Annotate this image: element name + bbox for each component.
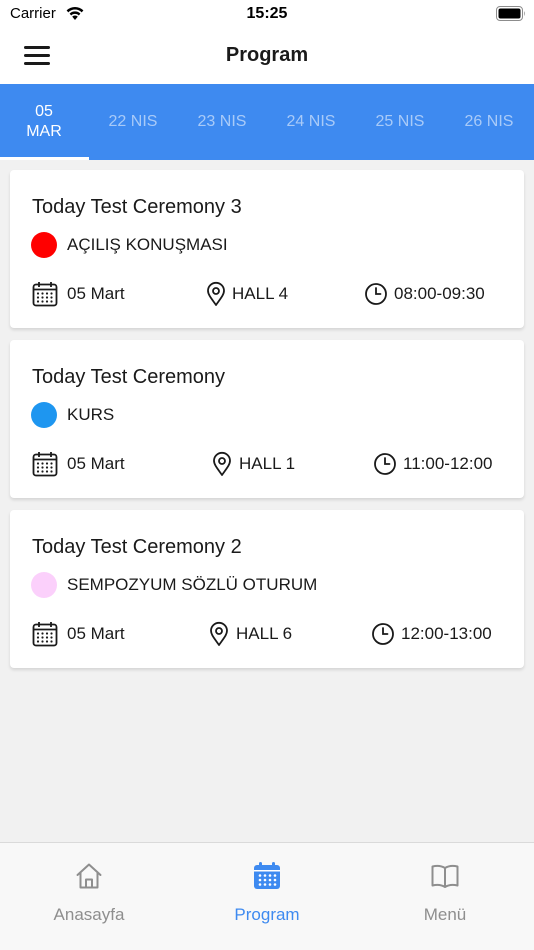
category-color-dot: [31, 232, 57, 258]
session-date: 05 Mart: [67, 624, 125, 643]
calendar-icon: [32, 622, 58, 647]
session-hall: HALL 6: [236, 624, 293, 643]
date-tab-label: 26 NIS: [464, 113, 514, 130]
status-bar: Carrier 15:25: [0, 0, 534, 30]
session-category: KURS: [67, 405, 115, 424]
clock-icon: [374, 453, 396, 475]
clock-icon: [365, 283, 387, 305]
calendar-icon: [254, 862, 280, 889]
date-tab-label: 24 NIS: [286, 113, 336, 130]
bottom-tab-bar: Anasayfa Program Menü: [0, 842, 534, 950]
location-pin-icon: [213, 451, 231, 476]
session-date: 05 Mart: [67, 284, 125, 303]
session-card[interactable]: Today Test Ceremony KURS 05 Mart HALL 1 …: [10, 340, 524, 498]
page-title: Program: [225, 44, 309, 66]
date-tab-label: 25 NIS: [375, 113, 425, 130]
category-color-dot: [31, 402, 57, 428]
category-color-dot: [31, 572, 57, 598]
tab-menu[interactable]: Menü: [356, 843, 534, 950]
date-tab-22-nis[interactable]: 22 NIS: [89, 84, 177, 160]
session-date: 05 Mart: [67, 454, 125, 473]
session-card[interactable]: Today Test Ceremony 3 AÇILIŞ KONUŞMASI 0…: [10, 170, 524, 328]
navigation-bar: Program: [0, 30, 534, 84]
date-tab-label: 23 NIS: [197, 113, 247, 130]
date-tab-day: 05: [35, 103, 53, 120]
book-icon: [431, 864, 459, 888]
clock-icon: [372, 623, 394, 645]
date-tab-24-nis[interactable]: 24 NIS: [267, 84, 355, 160]
date-tab-23-nis[interactable]: 23 NIS: [178, 84, 266, 160]
tab-label: Program: [234, 905, 300, 924]
date-tab-26-nis[interactable]: 26 NIS: [445, 84, 533, 160]
tab-anasayfa[interactable]: Anasayfa: [0, 843, 178, 950]
session-time: 11:00-12:00: [403, 454, 493, 473]
home-icon: [76, 863, 102, 889]
date-tab-25-nis[interactable]: 25 NIS: [356, 84, 444, 160]
session-time: 12:00-13:00: [401, 624, 492, 643]
session-time: 08:00-09:30: [394, 284, 485, 303]
session-card[interactable]: Today Test Ceremony 2 SEMPOZYUM SÖZLÜ OT…: [10, 510, 524, 668]
location-pin-icon: [210, 621, 228, 646]
session-title: Today Test Ceremony 3: [32, 196, 242, 218]
tab-label: Anasayfa: [53, 905, 125, 924]
session-hall: HALL 1: [239, 454, 296, 473]
session-list: Today Test Ceremony 3 AÇILIŞ KONUŞMASI 0…: [10, 170, 524, 680]
calendar-icon: [32, 452, 58, 477]
session-title: Today Test Ceremony: [32, 366, 226, 388]
tab-label: Menü: [423, 905, 467, 924]
date-tab-05-mar[interactable]: 05 MAR: [0, 84, 89, 160]
date-tabs: 05 MAR 22 NIS 23 NIS 24 NIS 25 NIS 26 NI…: [0, 84, 534, 160]
session-category: SEMPOZYUM SÖZLÜ OTURUM: [67, 575, 318, 594]
battery-icon: [496, 6, 525, 21]
status-time: 15:25: [246, 5, 288, 22]
active-tab-indicator: [0, 157, 89, 160]
date-tab-month: MAR: [26, 123, 62, 140]
tab-program[interactable]: Program: [178, 843, 356, 950]
session-hall: HALL 4: [232, 284, 289, 303]
session-title: Today Test Ceremony 2: [32, 536, 242, 558]
calendar-icon: [32, 282, 58, 307]
date-tab-label: 22 NIS: [108, 113, 158, 130]
location-pin-icon: [207, 281, 225, 306]
session-category: AÇILIŞ KONUŞMASI: [67, 235, 228, 254]
